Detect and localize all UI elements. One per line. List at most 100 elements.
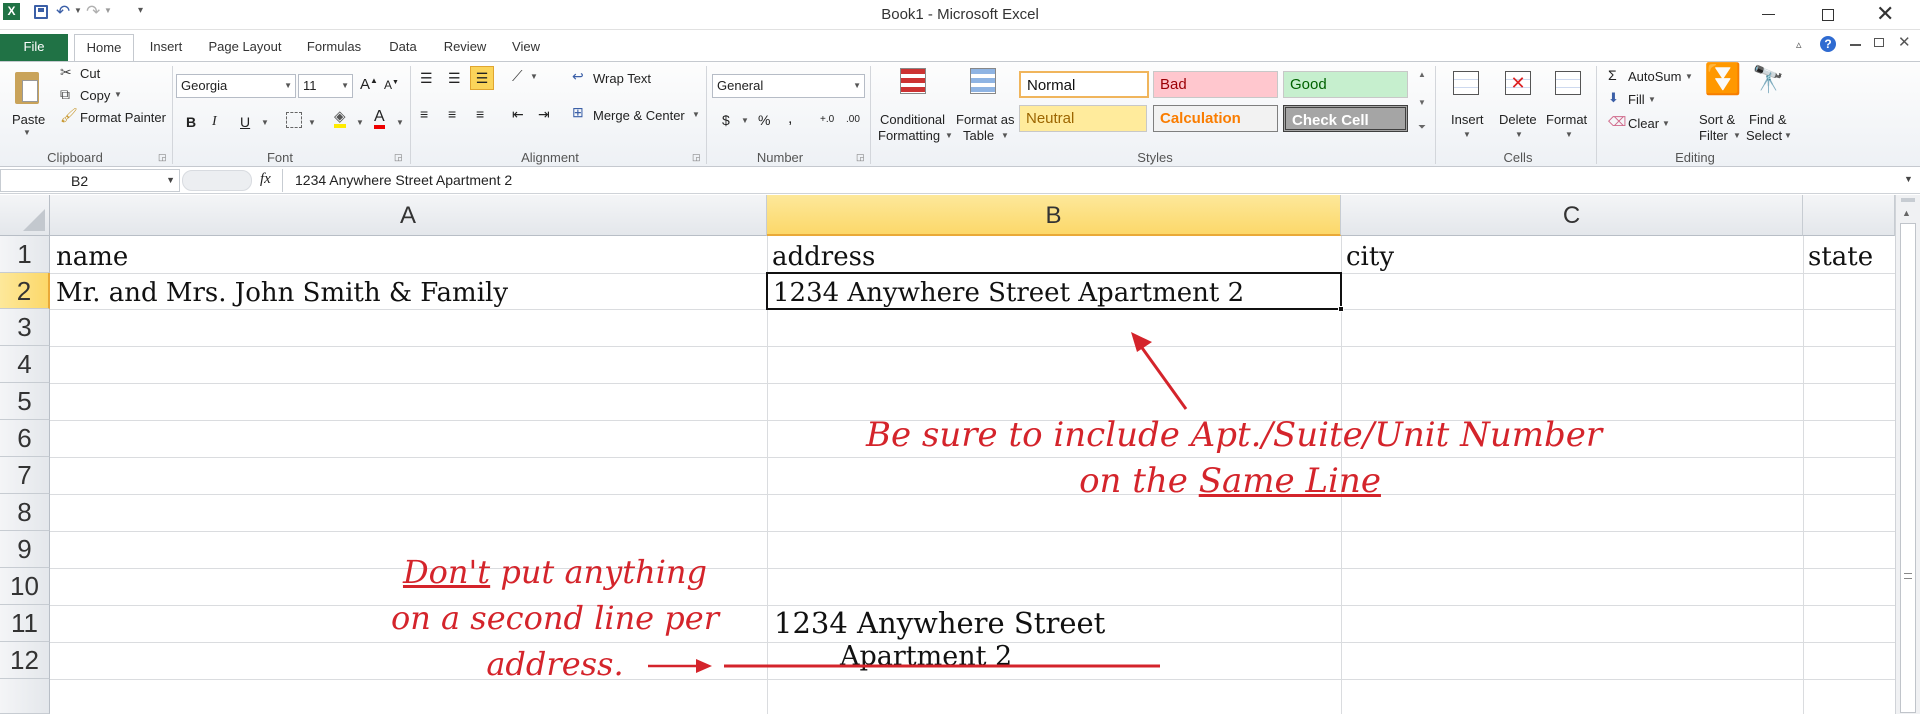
find-select-dropdown-icon[interactable]: ▼ [1784,131,1792,140]
insert-function-icon[interactable]: fx [260,171,271,188]
format-as-table-icon[interactable] [968,66,998,96]
scroll-thumb[interactable] [1900,223,1916,713]
borders-icon[interactable] [286,112,302,128]
redo-dropdown-icon[interactable]: ▼ [104,6,112,15]
autosum-icon[interactable]: Σ [1608,67,1617,83]
increase-indent-icon[interactable]: ⇥ [538,106,550,123]
delete-cells-icon[interactable]: ✕ [1502,68,1534,98]
scroll-up-icon[interactable]: ▲ [1902,208,1911,218]
customize-toolbar-icon[interactable]: ▾ [138,5,143,16]
workbook-close-icon[interactable]: ✕ [1898,33,1911,51]
align-top-icon[interactable]: ☰ [420,70,433,87]
tab-insert[interactable]: Insert [141,34,191,61]
format-as-table-label-1[interactable]: Format as [956,112,1015,127]
alignment-launcher-icon[interactable]: ◲ [692,152,701,163]
wrap-text-button[interactable]: Wrap Text [593,71,651,86]
paste-icon[interactable] [12,68,42,108]
font-launcher-icon[interactable]: ◲ [394,152,403,163]
merge-center-button[interactable]: Merge & Center [593,108,685,123]
tab-file[interactable]: File [0,34,68,61]
sort-filter-label-2[interactable]: Filter [1699,128,1728,143]
align-right-icon[interactable]: ≡ [476,106,484,122]
decrease-decimal-icon[interactable]: .00 [846,114,860,125]
italic-button[interactable]: I [212,114,217,130]
increase-decimal-icon[interactable]: +.0 [820,114,834,125]
style-neutral[interactable]: Neutral [1019,105,1147,132]
font-name-dropdown[interactable]: Georgia ▼ [176,74,296,98]
styles-scroll-down-icon[interactable]: ▼ [1418,98,1426,107]
underline-button[interactable]: U [240,114,250,130]
copy-button[interactable]: Copy [80,88,110,103]
vertical-scrollbar[interactable]: ▲ [1895,195,1920,714]
style-check-cell[interactable]: Check Cell [1283,105,1408,132]
align-center-icon[interactable]: ≡ [448,106,456,122]
find-select-icon[interactable]: 🔭 [1752,64,1784,95]
styles-more-icon[interactable]: ⏷ [1418,122,1426,133]
currency-icon[interactable]: $ [722,112,730,128]
copy-dropdown-icon[interactable]: ▼ [114,90,122,99]
cut-icon[interactable]: ✂ [60,64,72,81]
find-select-label-2[interactable]: Select [1746,128,1782,143]
format-cells-button[interactable]: Format [1546,112,1587,127]
formula-input[interactable]: 1234 Anywhere Street Apartment 2 [282,169,1902,192]
currency-dropdown-icon[interactable]: ▼ [741,116,749,125]
style-calculation[interactable]: Calculation [1153,105,1278,132]
cut-button[interactable]: Cut [80,66,100,81]
insert-cells-icon[interactable] [1450,68,1482,98]
conditional-formatting-icon[interactable] [898,66,928,96]
align-left-icon[interactable]: ≡ [420,106,428,122]
format-painter-button[interactable]: Format Painter [80,110,166,125]
font-color-dropdown-icon[interactable]: ▼ [396,118,404,127]
orientation-icon[interactable]: ⟋ [512,68,523,85]
format-as-table-dropdown-icon[interactable]: ▼ [1001,131,1009,140]
style-good[interactable]: Good [1283,71,1408,98]
sort-filter-dropdown-icon[interactable]: ▼ [1733,131,1741,140]
fill-color-dropdown-icon[interactable]: ▼ [356,118,364,127]
undo-dropdown-icon[interactable]: ▼ [74,6,82,15]
decrease-indent-icon[interactable]: ⇤ [512,106,524,123]
font-size-dropdown[interactable]: 11 ▼ [298,74,353,98]
increase-font-icon[interactable]: A▲ [360,76,378,93]
tab-formulas[interactable]: Formulas [299,34,369,61]
sort-filter-label-1[interactable]: Sort & [1699,112,1735,127]
paste-dropdown-icon[interactable]: ▼ [23,128,31,137]
align-middle-icon[interactable]: ☰ [448,70,461,87]
style-normal[interactable]: Normal [1019,71,1149,98]
merge-center-icon[interactable]: ⊞ [572,104,584,121]
autosum-dropdown-icon[interactable]: ▼ [1685,72,1693,81]
paste-button[interactable]: Paste [12,112,45,127]
number-format-dropdown[interactable]: General ▼ [712,74,865,98]
underline-dropdown-icon[interactable]: ▼ [261,118,269,127]
fill-icon[interactable]: ⬇ [1608,90,1619,106]
autosum-button[interactable]: AutoSum [1628,69,1681,84]
format-painter-icon[interactable]: 🖌 [60,107,78,124]
expand-formula-bar-icon[interactable]: ▼ [1904,174,1913,184]
tab-view[interactable]: View [505,34,547,61]
clear-icon[interactable]: ⌫ [1608,114,1626,130]
format-cells-dropdown-icon[interactable]: ▼ [1565,130,1573,139]
clear-dropdown-icon[interactable]: ▼ [1662,119,1670,128]
restore-button[interactable] [1822,9,1834,21]
number-launcher-icon[interactable]: ◲ [856,152,865,163]
copy-icon[interactable]: ⧉ [60,86,70,103]
name-box-dropdown-icon[interactable]: ▼ [166,175,175,185]
conditional-formatting-label-2[interactable]: Formatting [878,128,940,143]
find-select-label-1[interactable]: Find & [1749,112,1787,127]
clear-button[interactable]: Clear [1628,116,1659,131]
tab-page-layout[interactable]: Page Layout [203,34,287,61]
fill-color-icon[interactable]: ◈ [334,109,346,128]
workbook-minimize-icon[interactable] [1850,44,1861,46]
sort-filter-icon[interactable]: ⏬ [1704,62,1741,97]
help-icon[interactable]: ? [1820,36,1836,52]
undo-icon[interactable]: ↶ [56,2,70,22]
clipboard-launcher-icon[interactable]: ◲ [158,152,167,163]
name-box[interactable]: B2 ▼ [0,169,180,192]
insert-cells-dropdown-icon[interactable]: ▼ [1463,130,1471,139]
font-color-icon[interactable]: A [374,109,385,129]
conditional-dropdown-icon[interactable]: ▼ [945,131,953,140]
styles-scroll-up-icon[interactable]: ▲ [1418,70,1426,79]
bold-button[interactable]: B [186,114,196,130]
borders-dropdown-icon[interactable]: ▼ [308,118,316,127]
minimize-button[interactable] [1762,14,1775,15]
split-handle[interactable] [1901,198,1915,202]
